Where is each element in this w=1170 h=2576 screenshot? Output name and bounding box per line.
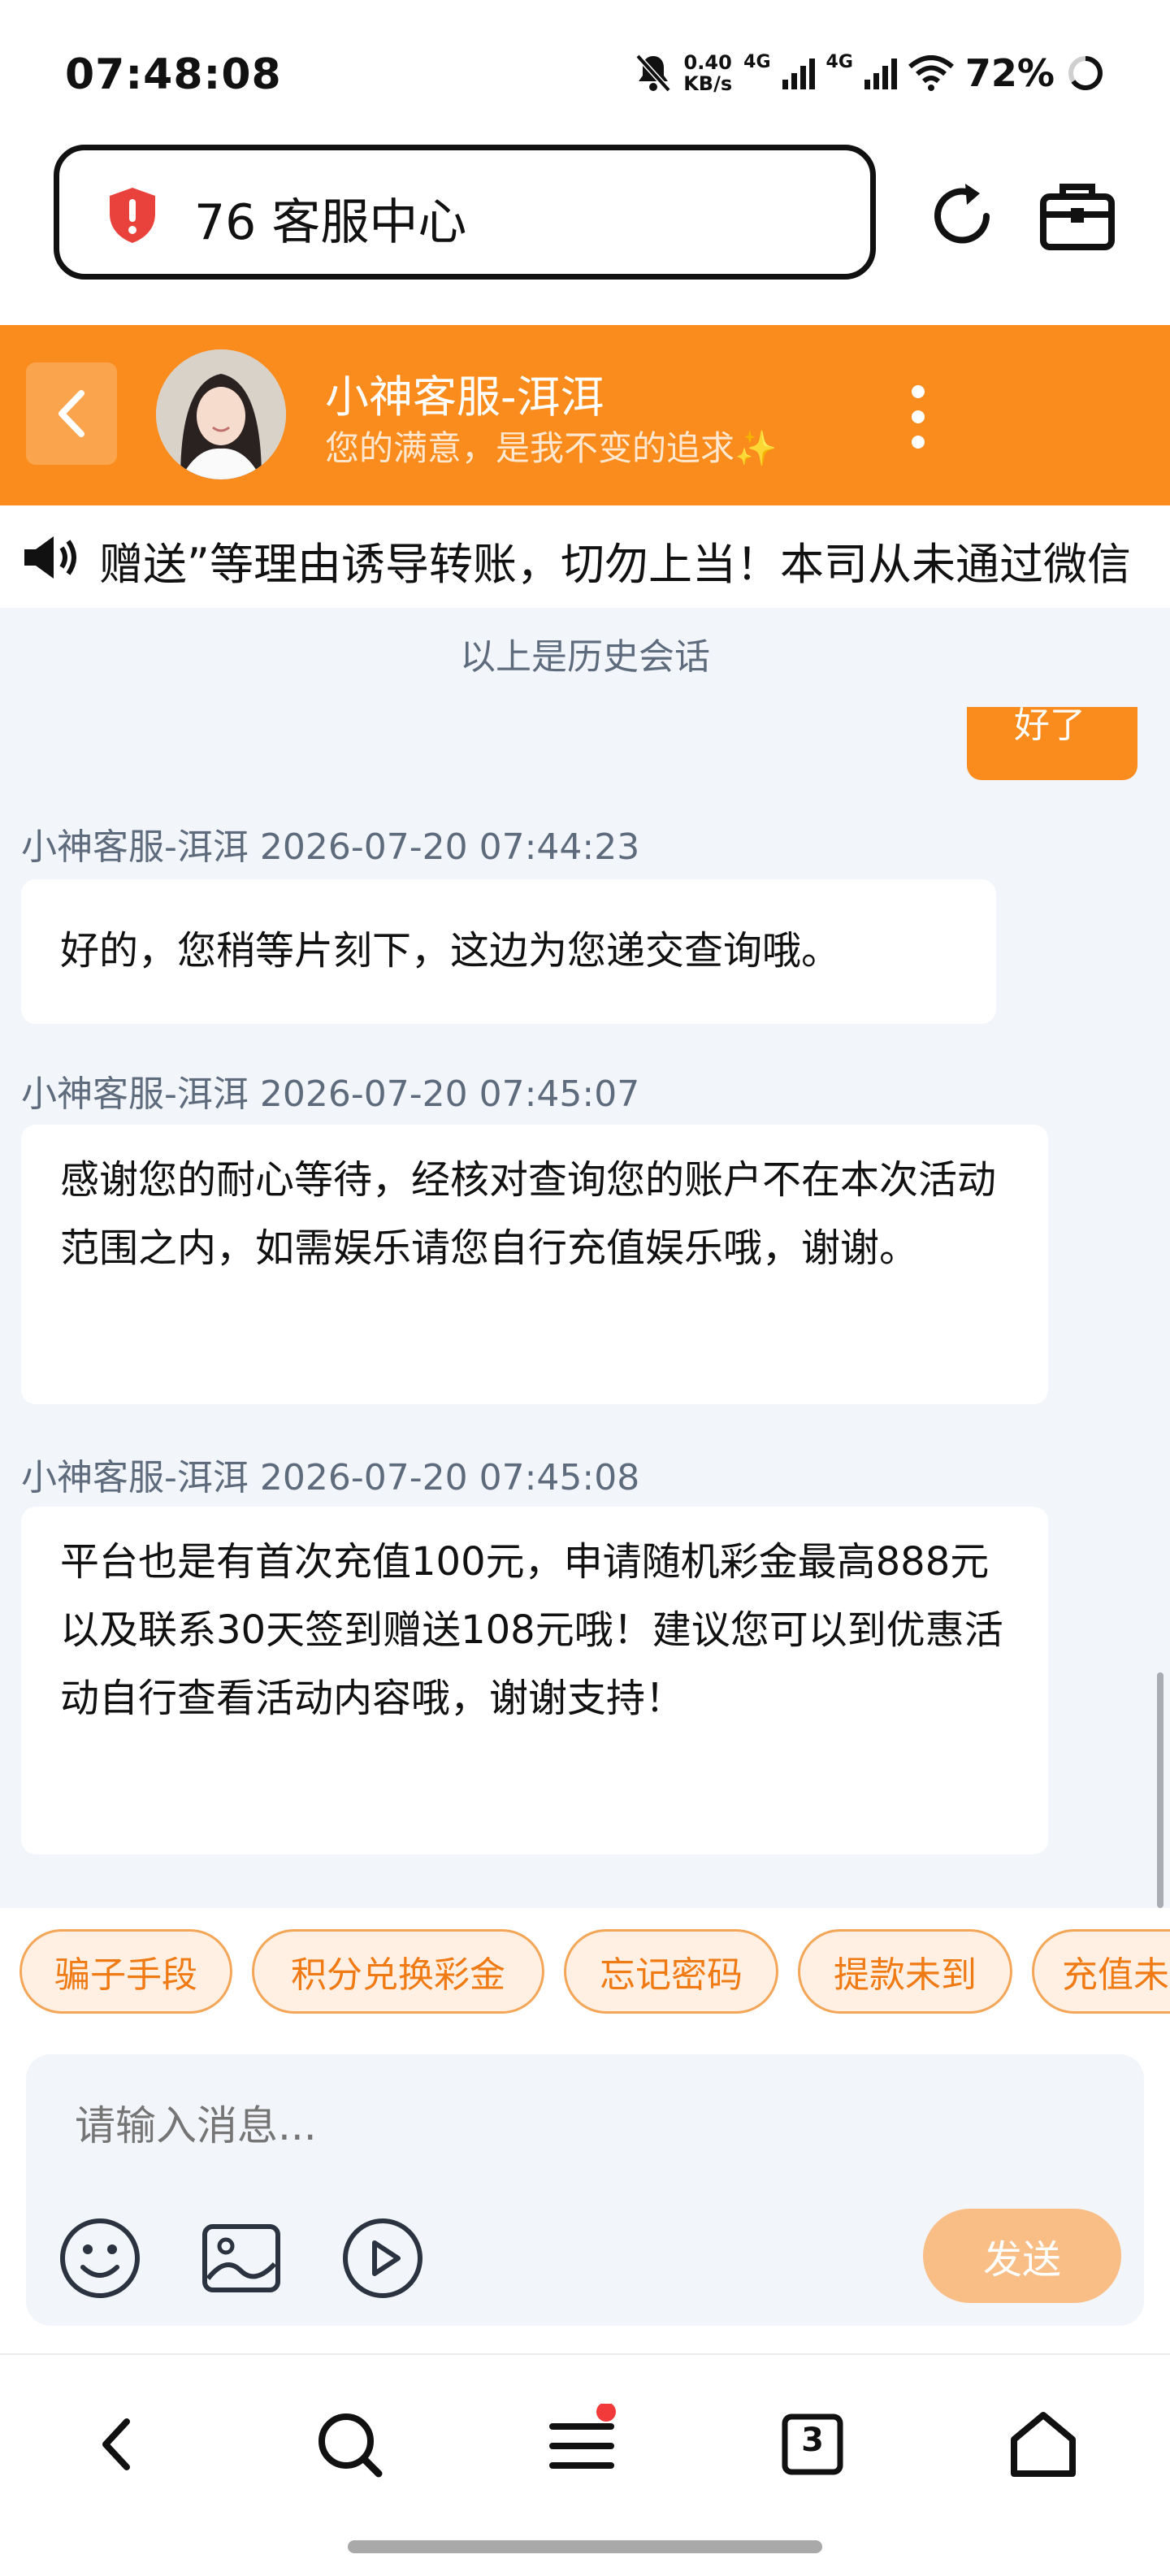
history-label: 以上是历史会话 [460, 636, 710, 678]
quick-reply-chip[interactable]: 骗子手段 [20, 1929, 232, 2014]
signal-icon-2 [864, 59, 897, 89]
more-vertical-icon[interactable] [894, 380, 942, 453]
status-time: 07:48:08 [65, 50, 282, 99]
address-bar[interactable]: 76 客服中心 [54, 145, 876, 280]
home-icon[interactable] [1003, 2404, 1084, 2485]
network-speed: 0.40 KB/s [683, 52, 732, 94]
user-message-bubble: 好了 [967, 705, 1138, 780]
status-icons: 0.40 KB/s 4G 4G 72% [635, 47, 1105, 99]
message-text: 好的，您稍等片刻下，这边为您递交查询哦。 [60, 928, 841, 974]
quick-reply-chip[interactable]: 积分兑换彩金 [252, 1929, 544, 2014]
browser-nav-bar: 3 [0, 2353, 1170, 2576]
message-text: 感谢您的耐心等待，经核对查询您的账户不在本次活动范围之内，如需娱乐请您自行充值娱… [60, 1157, 997, 1271]
send-button[interactable]: 发送 [923, 2209, 1121, 2303]
message-time: 2026-07-20 07:45:08 [259, 1457, 640, 1498]
battery-percent: 72% [964, 51, 1055, 95]
shield-warning-icon[interactable] [106, 186, 158, 245]
message-sender: 小神客服-洱洱 [21, 826, 249, 868]
chevron-left-icon [58, 390, 84, 437]
back-arrow-icon[interactable] [78, 2404, 159, 2485]
battery-ring-icon [1068, 56, 1103, 90]
message-input[interactable] [73, 2101, 808, 2150]
agent-message-bubble: 好的，您稍等片刻下，这边为您递交查询哦。 [21, 879, 996, 1024]
notice-bar: 赠送”等理由诱导转账，切勿上当！本司从未通过微信 [0, 505, 1170, 608]
video-play-icon[interactable] [338, 2214, 427, 2303]
home-indicator[interactable] [348, 2540, 822, 2553]
toolbox-icon[interactable] [1037, 177, 1118, 255]
quick-reply-chip[interactable]: 忘记密码 [564, 1929, 778, 2014]
message-meta: 小神客服-洱洱 2026-07-20 07:45:07 [21, 1065, 639, 1117]
notice-text: 赠送”等理由诱导转账，切勿上当！本司从未通过微信 [99, 539, 1131, 590]
speed-value: 0.40 [683, 51, 732, 74]
input-panel: 发送 [26, 2054, 1144, 2326]
message-sender: 小神客服-洱洱 [21, 1073, 249, 1115]
agent-message-bubble: 平台也是有首次充值100元，申请随机彩金最高888元以及联系30天签到赠送108… [21, 1507, 1048, 1854]
agent-avatar[interactable] [156, 349, 286, 479]
avatar-image [156, 349, 286, 479]
image-icon[interactable] [197, 2214, 286, 2303]
status-bar: 07:48:08 0.40 KB/s 4G 4G 72% [0, 0, 1170, 143]
chat-area[interactable]: 以上是历史会话 好了 小神客服-洱洱 2026-07-20 07:44:23 好… [0, 608, 1170, 1908]
quick-reply-chip[interactable]: 充值未 [1032, 1929, 1170, 2014]
scrollbar-thumb[interactable] [1157, 1672, 1164, 1908]
message-text: 平台也是有首次充值100元，申请随机彩金最高888元以及联系30天签到赠送108… [60, 1539, 1003, 1721]
speed-unit: KB/s [683, 72, 733, 95]
menu-icon[interactable] [541, 2404, 622, 2485]
chat-header: 小神客服-洱洱 您的满意，是我不变的追求✨ [0, 325, 1170, 505]
search-icon[interactable] [309, 2404, 390, 2485]
message-meta: 小神客服-洱洱 2026-07-20 07:45:08 [21, 1448, 639, 1500]
network-type-2: 4G [826, 51, 853, 72]
mute-bell-icon [635, 54, 671, 93]
user-message-text: 好了 [1014, 705, 1086, 746]
message-time: 2026-07-20 07:44:23 [259, 826, 640, 868]
speaker-icon [24, 536, 76, 579]
emoji-icon[interactable] [55, 2214, 145, 2303]
agent-name: 小神客服-洱洱 [325, 371, 604, 423]
message-meta: 小神客服-洱洱 2026-07-20 07:44:23 [21, 817, 639, 870]
address-text[interactable]: 76 客服中心 [194, 183, 466, 254]
reload-icon[interactable] [923, 177, 1001, 255]
signal-icon [782, 59, 815, 89]
network-type-1: 4G [743, 51, 771, 72]
message-sender: 小神客服-洱洱 [21, 1457, 249, 1498]
tab-count: 3 [801, 2422, 824, 2459]
agent-message-bubble: 感谢您的耐心等待，经核对查询您的账户不在本次活动范围之内，如需娱乐请您自行充值娱… [21, 1125, 1048, 1404]
agent-slogan: 您的满意，是我不变的追求✨ [325, 428, 778, 468]
quick-reply-chip[interactable]: 提款未到 [798, 1929, 1012, 2014]
message-time: 2026-07-20 07:45:07 [259, 1073, 640, 1115]
back-button[interactable] [26, 362, 117, 465]
quick-reply-row: 骗子手段 积分兑换彩金 忘记密码 提款未到 充值未 [0, 1908, 1170, 2054]
tabs-button[interactable]: 3 [772, 2404, 853, 2485]
wifi-icon [908, 55, 954, 91]
